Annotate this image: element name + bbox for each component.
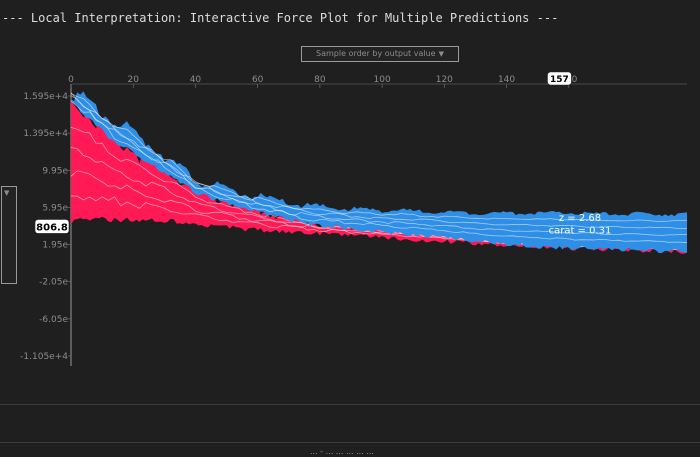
y-tick-label: 5.95e (42, 203, 68, 213)
x-tick-label: 40 (190, 75, 202, 85)
y-tick-label: -1.105e+4 (20, 352, 68, 362)
hover-output-value: 806.8 (36, 222, 68, 233)
x-tick-label: 60 (252, 75, 264, 85)
x-tick-label: 140 (498, 75, 515, 85)
divider (0, 404, 700, 405)
x-tick-label: 120 (436, 75, 453, 85)
divider (0, 442, 700, 443)
feature-label: z = 2.68 (559, 213, 601, 224)
y-tick-label: 1.395e+4 (23, 129, 68, 139)
x-tick-label: 100 (374, 75, 391, 85)
feature-label: carat = 0.31 (549, 225, 612, 236)
y-tick-label: 1.95e (42, 241, 68, 251)
x-tick-label: 0 (68, 75, 74, 85)
y-tick-label: -2.05e (39, 278, 68, 288)
force-plot-chart[interactable]: 0204060801001201401601.595e+41.395e+49.9… (0, 0, 700, 400)
x-tick-label: 80 (314, 75, 326, 85)
y-tick-label: 1.595e+4 (23, 92, 68, 102)
status-text: ... - ... ... ... ... ... (310, 447, 374, 456)
hover-sample-value: 157 (550, 75, 569, 85)
x-tick-label: 20 (127, 75, 139, 85)
y-tick-label: -6.05e (39, 315, 68, 325)
y-tick-label: 9.95e (42, 166, 68, 176)
